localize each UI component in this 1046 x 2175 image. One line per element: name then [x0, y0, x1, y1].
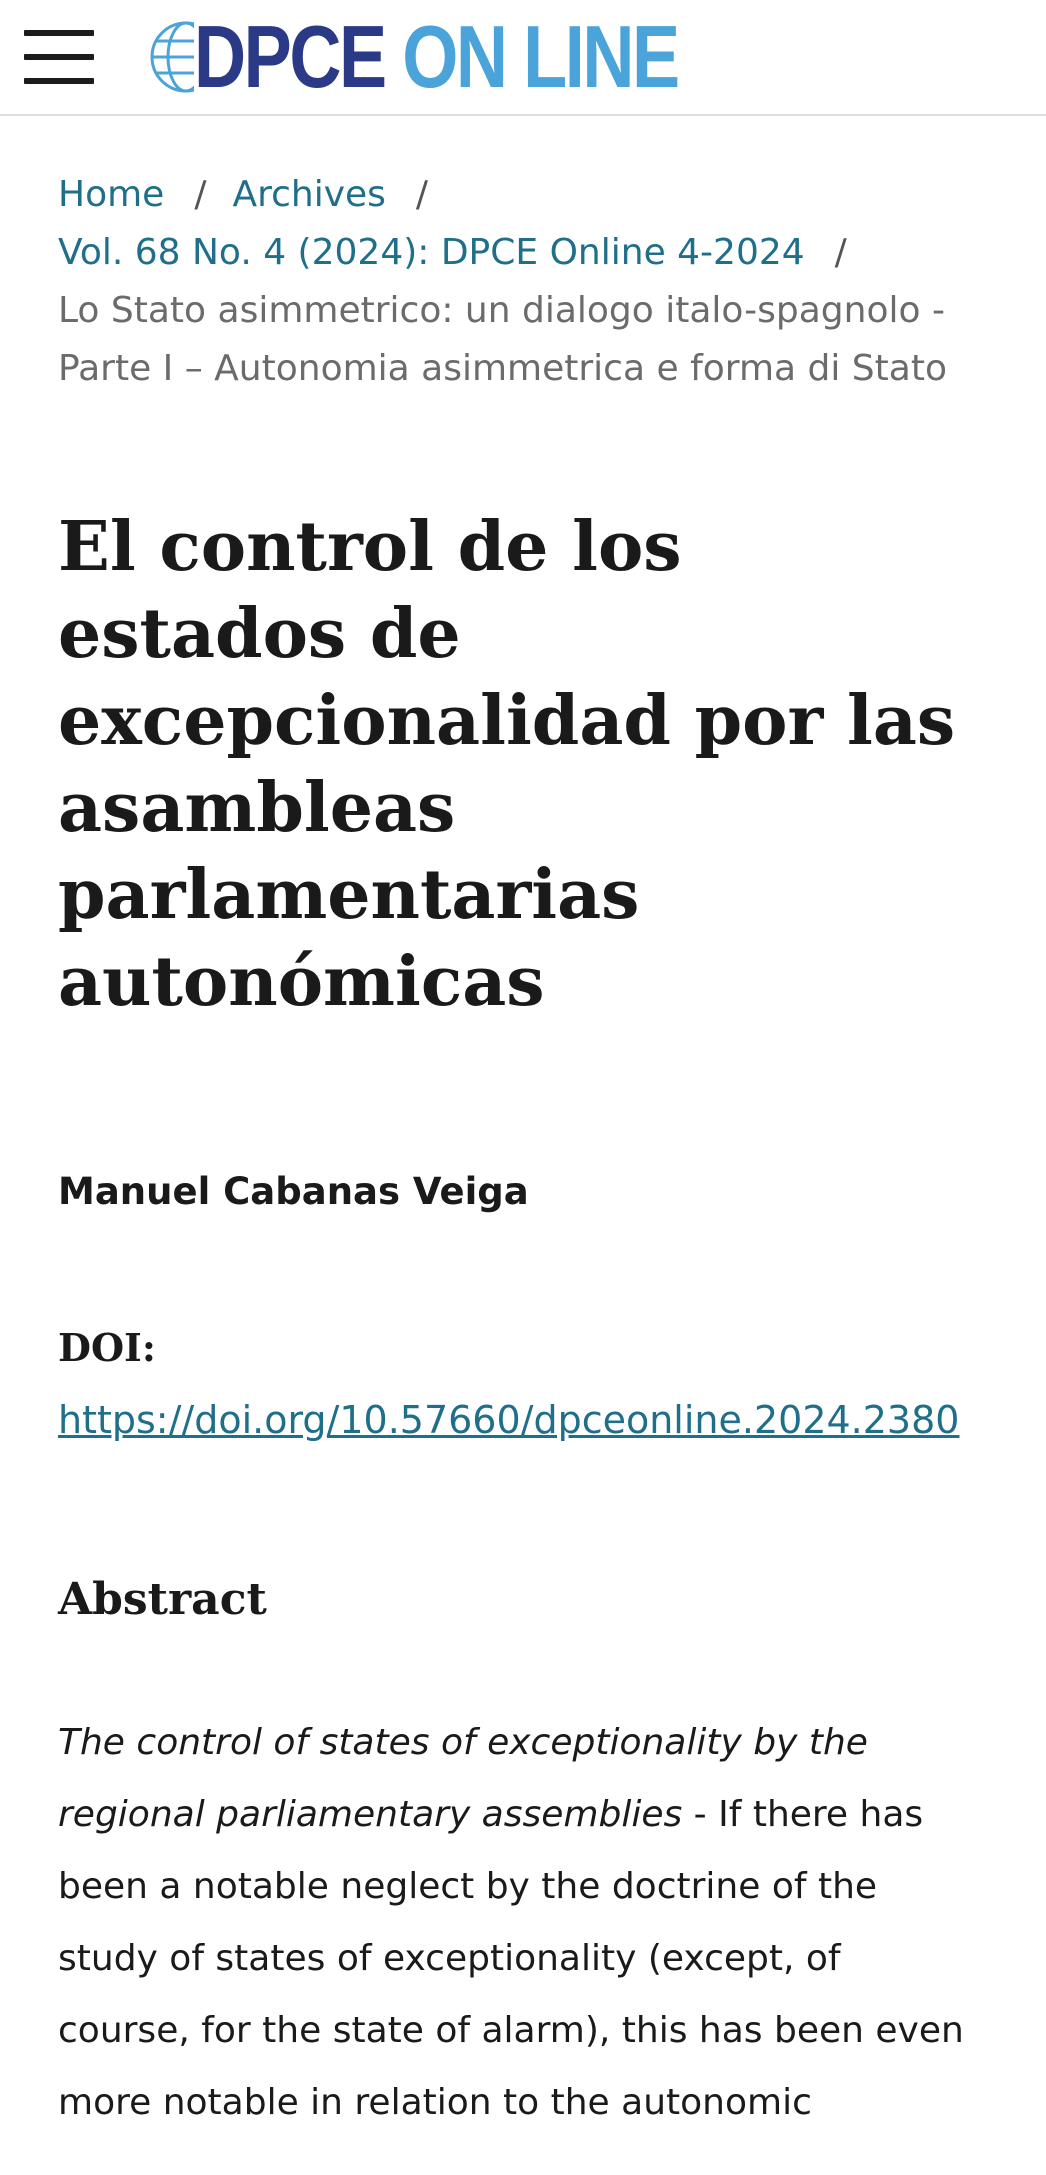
breadcrumb-separator: /: [194, 174, 207, 215]
top-bar: DPCE ON LINE: [0, 0, 1046, 116]
breadcrumb-home-link[interactable]: Home: [58, 174, 164, 215]
menu-icon[interactable]: [24, 30, 94, 84]
breadcrumb-separator: /: [415, 174, 429, 215]
breadcrumb-separator: /: [834, 232, 847, 273]
site-logo[interactable]: DPCE ON LINE: [146, 12, 784, 102]
article-author: Manuel Cabanas Veiga: [58, 1170, 529, 1213]
breadcrumb-current: Lo Stato asimmetrico: un dialogo italo-s…: [58, 290, 947, 389]
menu-icon-line: [24, 54, 94, 60]
article-title: El control de los estados de excepcional…: [58, 507, 956, 1022]
breadcrumb-archives-link[interactable]: Archives: [232, 174, 385, 215]
menu-icon-line: [24, 78, 94, 84]
abstract-body: - If there has been a notable neglect by…: [58, 1794, 964, 2123]
globe-icon: [150, 21, 194, 93]
logo-dpce: DPCE: [194, 7, 387, 106]
doi-link[interactable]: https://doi.org/10.57660/dpceonline.2024…: [58, 1398, 959, 1442]
breadcrumb: Home / Archives / Vol. 68 No. 4 (2024): DPC…: [58, 166, 978, 398]
abstract-heading: Abstract: [58, 1574, 267, 1625]
doi-label: DOI:: [58, 1325, 156, 1370]
logo-online: ON LINE: [402, 7, 680, 106]
menu-icon-line: [24, 30, 94, 36]
abstract-text: The control of states of exceptionality …: [58, 1707, 978, 2139]
breadcrumb-issue-link[interactable]: Vol. 68 No. 4 (2024): DPCE Online 4-2024: [58, 232, 805, 273]
main-content: Home / Archives / Vol. 68 No. 4 (2024): DPC…: [58, 116, 978, 2175]
logo-text: DPCE ON LINE: [194, 12, 680, 102]
